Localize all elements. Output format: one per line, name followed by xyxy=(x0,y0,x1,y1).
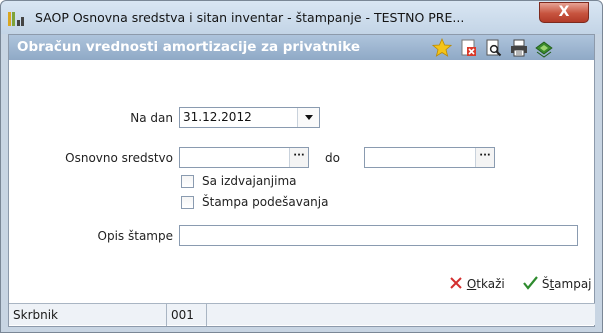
print-label-post: ampaj xyxy=(554,277,592,291)
stampa-podesavanja-label: Štampa podešavanja xyxy=(202,195,329,209)
close-report-icon[interactable] xyxy=(459,38,479,58)
sa-izdvajanjima-checkbox[interactable] xyxy=(181,175,194,188)
cancel-label-accel: O xyxy=(466,277,477,291)
na-dan-label: Na dan xyxy=(130,111,173,125)
export-icon[interactable] xyxy=(534,38,554,58)
print-preview-icon[interactable] xyxy=(484,38,504,58)
app-logo-icon xyxy=(8,12,24,26)
browse-to-button[interactable]: ··· xyxy=(475,148,494,167)
browse-from-button[interactable]: ··· xyxy=(289,148,308,167)
sa-izdvajanjima-label: Sa izdvajanjima xyxy=(202,174,297,188)
osnovno-sredstvo-to-input[interactable]: ··· xyxy=(364,147,495,168)
checkmark-icon xyxy=(523,276,538,290)
title-bar[interactable]: SAOP Osnovna sredstva i sitan inventar -… xyxy=(1,1,602,34)
window-title: SAOP Osnovna sredstva i sitan inventar -… xyxy=(35,10,465,25)
na-dan-date-select[interactable]: 31.12.2012 xyxy=(179,107,320,128)
osnovno-sredstvo-label: Osnovno sredstvo xyxy=(65,151,173,165)
cancel-button[interactable]: Otkaži xyxy=(449,276,505,291)
cancel-label-post: tkaži xyxy=(476,277,505,291)
print-button[interactable]: Štampaj xyxy=(523,276,592,291)
status-code: 001 xyxy=(167,304,207,326)
status-extra xyxy=(207,304,595,326)
favorite-star-icon[interactable] xyxy=(432,38,452,58)
cancel-x-icon xyxy=(450,277,462,289)
stampa-podesavanja-checkbox[interactable] xyxy=(181,196,194,209)
close-window-button[interactable]: X xyxy=(539,2,589,23)
opis-stampe-input[interactable] xyxy=(179,225,578,246)
status-user: Skrbnik xyxy=(9,304,167,326)
na-dan-value: 31.12.2012 xyxy=(183,110,252,124)
printer-icon[interactable] xyxy=(509,38,529,58)
app-window: SAOP Osnovna sredstva i sitan inventar -… xyxy=(0,0,603,333)
report-title: Obračun vrednosti amortizacije za privat… xyxy=(17,39,361,55)
do-label: do xyxy=(325,151,340,165)
report-header: Obračun vrednosti amortizacije za privat… xyxy=(9,35,594,60)
client-area: Obračun vrednosti amortizacije za privat… xyxy=(8,34,595,327)
chevron-down-icon[interactable] xyxy=(297,108,319,127)
status-bar: Skrbnik 001 xyxy=(9,303,595,326)
opis-stampe-label: Opis štampe xyxy=(97,229,173,243)
osnovno-sredstvo-from-input[interactable]: ··· xyxy=(179,147,309,168)
